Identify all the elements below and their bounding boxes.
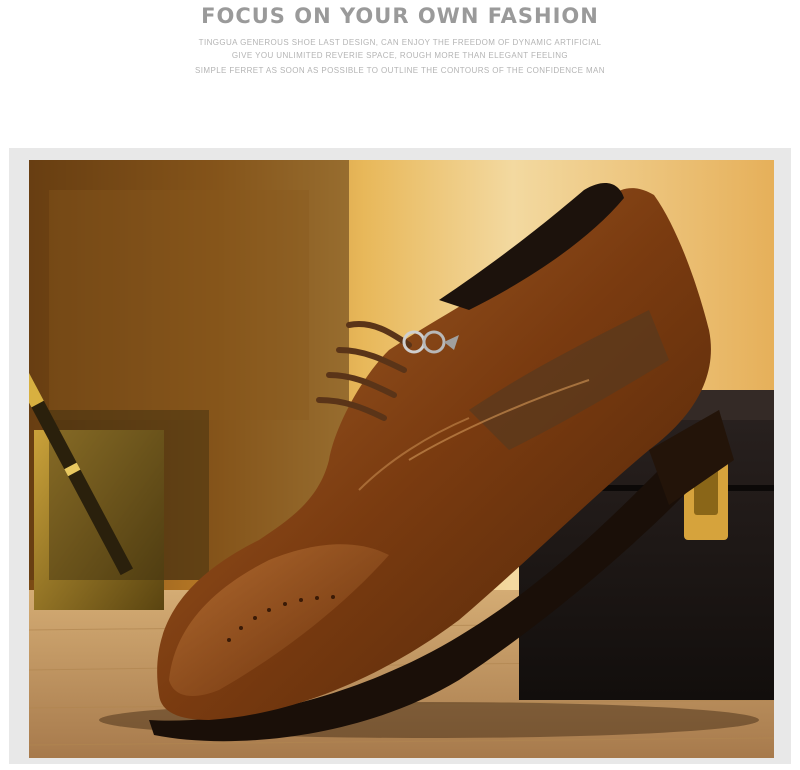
page-title: FOCUS ON YOUR OWN FASHION	[201, 4, 599, 28]
description-line-2: GIVE YOU UNLIMITED REVERIE SPACE, ROUGH …	[231, 51, 569, 60]
header-section: FOCUS ON YOUR OWN FASHION TINGGUA GENERO…	[0, 0, 800, 150]
description-line-1: TINGGUA GENEROUS SHOE LAST DESIGN, CAN E…	[198, 38, 602, 47]
product-photo	[29, 160, 774, 758]
description-line-3: SIMPLE FERRET AS SOON AS POSSIBLE TO OUT…	[195, 66, 605, 75]
